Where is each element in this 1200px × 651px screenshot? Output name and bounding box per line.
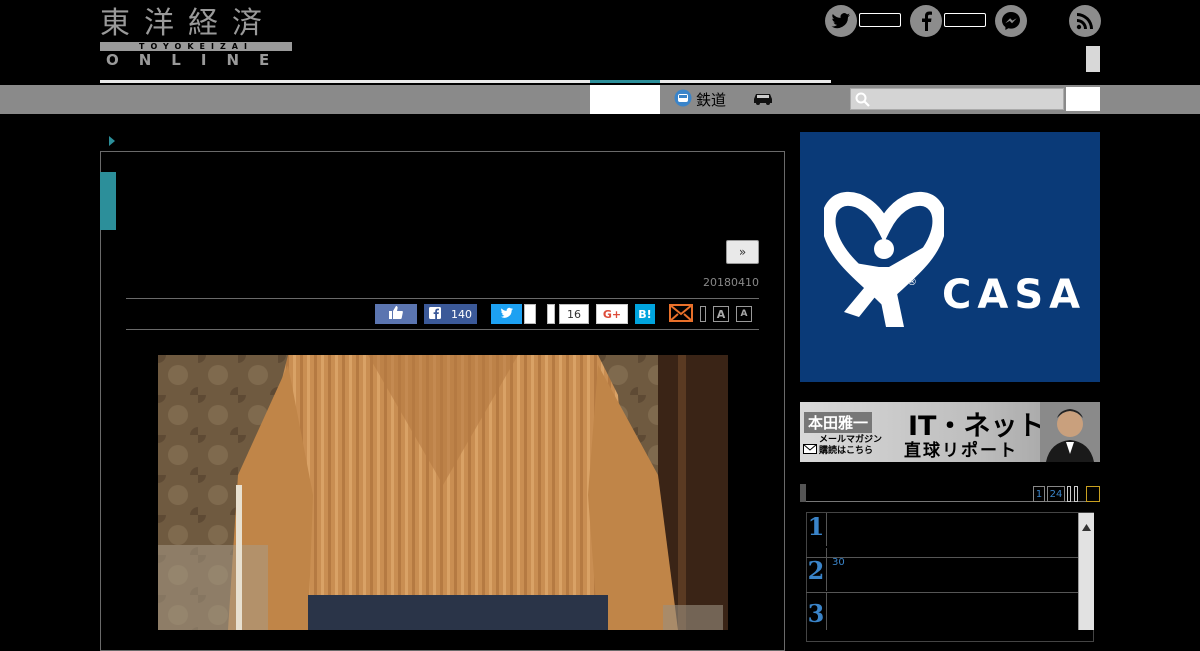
nav-item-railway[interactable]: 鉄道 — [674, 85, 726, 114]
ranking-title[interactable]: 30 — [832, 557, 845, 568]
mail-icon — [668, 303, 693, 325]
facebook-share-count: 140 — [451, 307, 472, 321]
mail-icon — [803, 439, 817, 458]
font-size-large-button[interactable]: A — [713, 306, 729, 322]
facebook-count — [944, 13, 986, 27]
ranking-scrollbar[interactable] — [1078, 513, 1094, 630]
messenger-icon[interactable] — [995, 5, 1027, 37]
thumbs-up-icon — [389, 306, 403, 322]
ranking-row-divider — [826, 548, 827, 591]
ranking-row[interactable] — [806, 548, 1078, 593]
active-tab-indicator — [590, 80, 660, 83]
category-marker — [100, 172, 116, 230]
hatena-count: 16 — [559, 304, 589, 324]
rss-icon[interactable] — [1069, 5, 1101, 37]
hatena-count-arrow — [547, 304, 555, 324]
next-page-button[interactable]: » — [726, 240, 759, 264]
share-bar-top-rule — [126, 298, 759, 299]
header-rule — [100, 80, 831, 83]
ranking-tab-1[interactable]: 1 — [1033, 486, 1045, 502]
ranking-number: 1 — [807, 512, 825, 541]
registered-icon: ® — [907, 277, 917, 288]
hatena-bookmark-button[interactable]: B! — [635, 304, 655, 324]
tweet-count — [524, 304, 536, 324]
article-date: 20180410 — [703, 276, 759, 289]
ranking-tab-24[interactable]: 24 — [1047, 486, 1065, 502]
google-plus-button[interactable]: G+ — [596, 304, 628, 324]
logo-online: ONLINE — [106, 51, 290, 69]
casa-ad[interactable]: ® — [800, 132, 1100, 382]
twitter-count — [859, 13, 901, 27]
banner-author: 本田雅一 — [804, 412, 873, 433]
banner-mail-line2: 購読はこちら — [819, 446, 874, 456]
ranking-row[interactable] — [806, 593, 1078, 630]
ranking-number: 3 — [807, 599, 825, 628]
nav-tab-active[interactable] — [590, 85, 660, 114]
facebook-like-button[interactable] — [375, 304, 417, 324]
banner-mail-line1: メールマガジン — [819, 435, 883, 445]
logo-kanji[interactable]: 東洋経済 — [100, 6, 292, 42]
car-icon — [752, 91, 774, 109]
ranking-row-divider — [826, 513, 827, 546]
login-button[interactable] — [1086, 46, 1100, 72]
tweet-button[interactable] — [491, 304, 522, 324]
train-icon — [674, 89, 692, 111]
banner-subtitle: 直球リポート — [904, 441, 1018, 461]
article-photo — [158, 355, 728, 630]
nav-item-label: 鉄道 — [696, 91, 727, 109]
twitter-icon — [500, 307, 514, 322]
search-button[interactable] — [1066, 87, 1100, 111]
logo-roman: TOYOKEIZAI — [100, 42, 292, 51]
facebook-icon — [429, 306, 441, 322]
twitter-icon[interactable] — [825, 5, 857, 37]
ranking-row-divider — [826, 593, 827, 630]
ranking-tab-5[interactable] — [1086, 486, 1100, 502]
facebook-icon[interactable] — [910, 5, 942, 37]
font-size-small-button[interactable]: A — [736, 306, 752, 322]
search-input[interactable] — [850, 88, 1064, 110]
breadcrumb-arrow-icon — [109, 136, 115, 146]
scroll-up-icon[interactable] — [1082, 516, 1091, 535]
nav-item-car[interactable] — [752, 85, 778, 114]
ranking-tab-4[interactable] — [1074, 486, 1078, 502]
share-bar-bottom-rule — [126, 329, 759, 330]
facebook-share-button[interactable]: 140 — [424, 304, 477, 324]
font-size-separator — [700, 306, 706, 322]
mail-share-button[interactable] — [668, 303, 693, 325]
search-icon — [855, 92, 870, 111]
ranking-header-marker — [800, 484, 806, 502]
ranking-number: 2 — [807, 556, 825, 585]
casa-ad-brand: CASA — [942, 272, 1087, 318]
author-photo — [1040, 402, 1100, 462]
ranking-tab-3[interactable] — [1067, 486, 1071, 502]
it-net-banner[interactable]: 本田雅一 IT・ネット 直球リポート メールマガジン 購読はこちら — [800, 402, 1100, 462]
